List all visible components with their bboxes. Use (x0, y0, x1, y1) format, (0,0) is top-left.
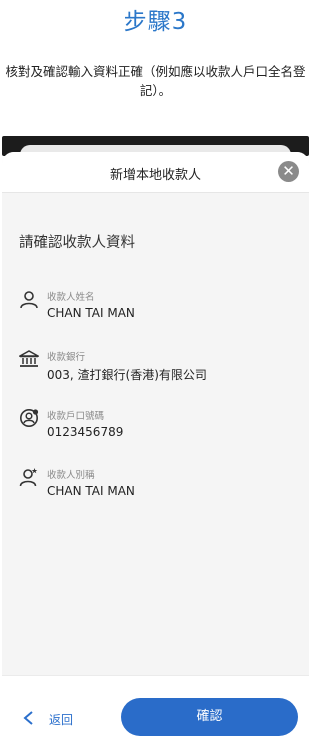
sheet-header: 新增本地收款人 ✕ (2, 152, 309, 193)
payee-name-field: 收款人姓名 CHAN TAI MAN (19, 289, 299, 329)
payee-nickname-label: 收款人別稱 (47, 470, 95, 481)
person-icon (20, 291, 38, 309)
payee-nickname-value: CHAN TAI MAN (47, 484, 135, 498)
back-button-label: 返回 (49, 713, 74, 727)
sheet-title: 新增本地收款人 (109, 168, 201, 183)
back-button[interactable]: 返回 (22, 709, 92, 731)
payee-nickname-field: 收款人別稱 CHAN TAI MAN (19, 467, 299, 507)
payee-bank-field: 收款銀行 003, 渣打銀行(香港)有限公司 (19, 349, 299, 389)
payee-name-value: CHAN TAI MAN (47, 306, 135, 320)
step-title: 步驟3 (123, 9, 188, 35)
close-icon[interactable]: ✕ (278, 161, 299, 182)
section-heading: 請確認收款人資料 (19, 235, 135, 251)
payee-account-value: 0123456789 (47, 425, 124, 439)
chevron-left-icon (23, 711, 33, 725)
payee-bank-label: 收款銀行 (47, 352, 86, 363)
sheet-footer: 返回 確認 (2, 675, 309, 754)
nickname-person-icon (19, 468, 38, 487)
instruction-text: 核對及確認輸入資料正確（例如應以收款人戶口全名登記）。 (5, 64, 306, 98)
payee-account-field: 收款戶口號碼 0123456789 (19, 408, 299, 448)
payee-name-label: 收款人姓名 (47, 292, 95, 303)
account-number-icon (20, 409, 39, 427)
payee-account-label: 收款戶口號碼 (47, 411, 105, 422)
confirm-button[interactable]: 確認 (121, 698, 298, 736)
add-payee-sheet: 新增本地收款人 ✕ 請確認收款人資料 收款人姓名 CHAN TAI MAN 收款… (2, 152, 309, 754)
bank-icon (19, 350, 39, 367)
payee-bank-value: 003, 渣打銀行(香港)有限公司 (47, 368, 207, 382)
